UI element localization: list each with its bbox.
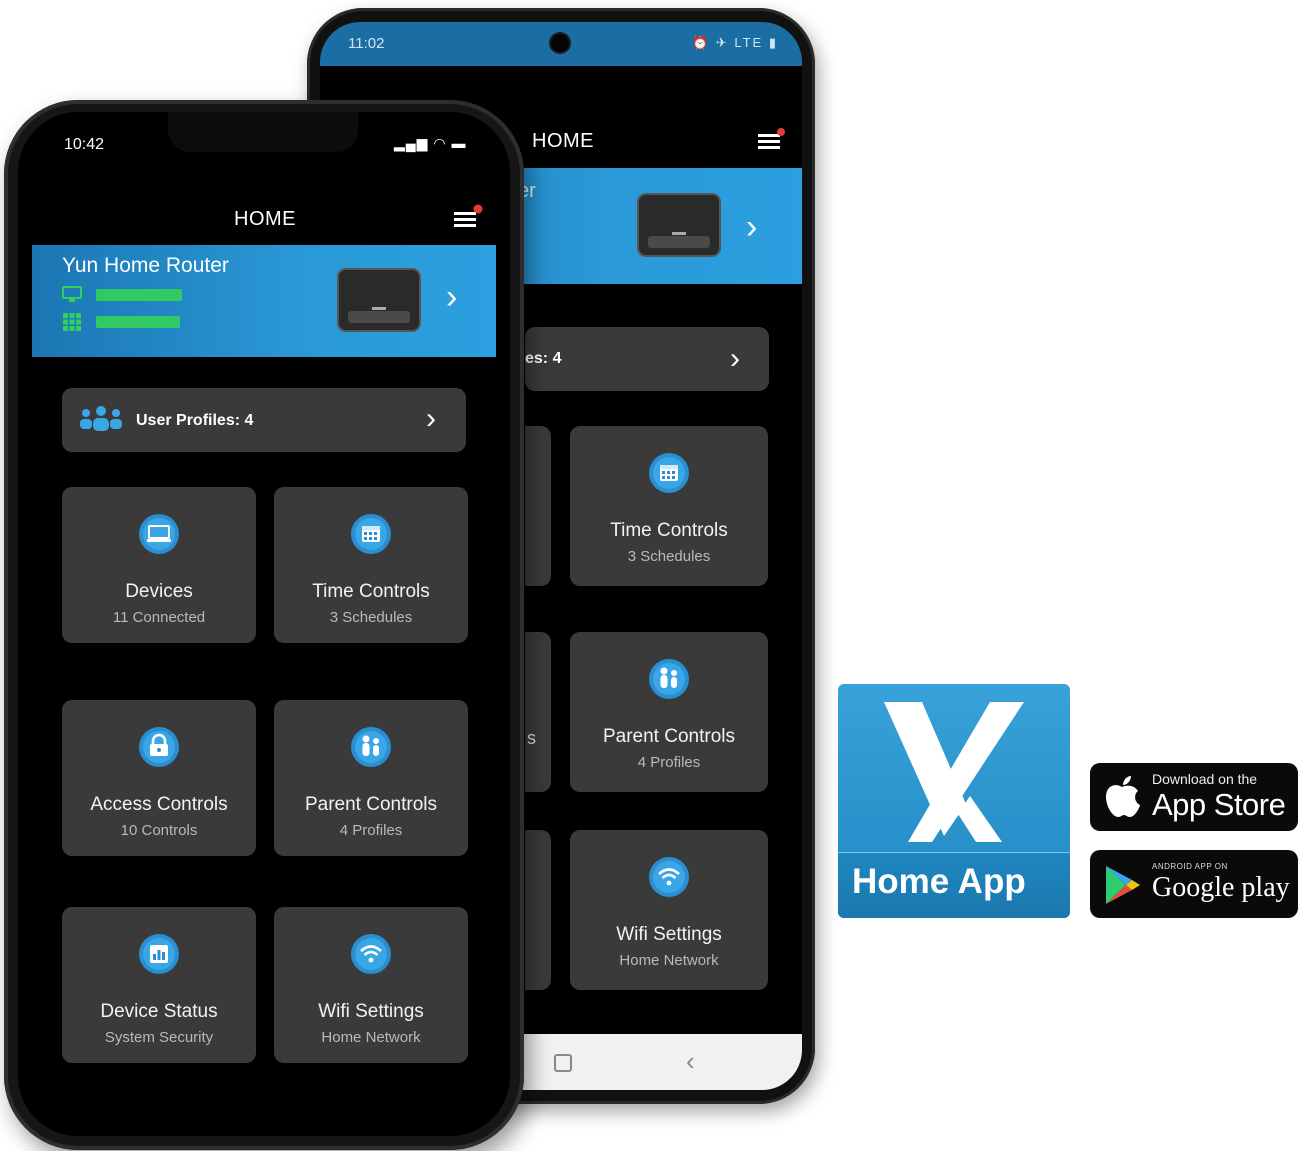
card-title: Time Controls <box>312 581 430 602</box>
x-logo-mark <box>884 702 1024 842</box>
card-title: Parent Controls <box>602 726 735 747</box>
status-time: 10:42 <box>64 136 105 153</box>
status-bar: 11:02 ⏰ ✈ LTE ▮ <box>320 22 802 66</box>
router-name: Yun Home Router <box>62 254 229 277</box>
chevron-right-icon[interactable]: › <box>426 402 436 436</box>
connection-status-bar <box>96 289 182 301</box>
access-controls-card[interactable]: Access Controls 10 Controls <box>62 700 256 856</box>
status-time: 11:02 <box>348 35 385 52</box>
iphone-screen: 10:42 ▂▄▆ ◠ ▬ HOME Yun Home Router › Use… <box>18 112 510 1136</box>
notification-dot <box>777 128 785 136</box>
network-status-bar <box>96 316 180 328</box>
googleplay-large-text: Google play <box>1152 872 1290 903</box>
card-title: Time Controls <box>610 520 728 541</box>
google-play-badge[interactable]: ANDROID APP ON Google play <box>1090 850 1298 918</box>
card-title: Wifi Settings <box>616 924 722 945</box>
family-icon <box>649 659 689 699</box>
calendar-icon <box>351 514 391 554</box>
page-title: HOME <box>234 208 296 230</box>
menu-icon[interactable] <box>452 204 484 232</box>
card-subtitle: System Security <box>104 1029 214 1046</box>
wifi-icon <box>351 934 391 974</box>
card-title: Devices <box>125 581 193 602</box>
camera-icon <box>551 34 569 52</box>
appstore-large-text: App Store <box>1152 787 1286 822</box>
devices-icon <box>139 514 179 554</box>
wifi-settings-card[interactable]: Wifi Settings Home Network <box>274 907 468 1063</box>
card-subtitle: 10 Controls <box>120 822 198 839</box>
family-icon <box>351 727 391 767</box>
menu-icon[interactable] <box>756 128 786 154</box>
card-subtitle: Home Network <box>619 952 719 969</box>
card-subtitle: 4 Profiles <box>339 822 403 839</box>
grid-icon <box>63 313 81 331</box>
user-profiles-label: User Profiles: 4 <box>136 412 254 429</box>
app-store-badge[interactable]: Download on the App Store <box>1090 763 1298 831</box>
card-title: Access Controls <box>90 794 228 815</box>
card-partial[interactable]: s <box>525 632 551 792</box>
lock-icon <box>139 727 179 767</box>
user-profiles-fragment: es: 4 <box>525 350 562 367</box>
appstore-small-text: Download on the <box>1152 771 1258 787</box>
back-arrow-icon[interactable]: ‹ <box>686 1046 695 1077</box>
card-title: Device Status <box>100 1001 218 1022</box>
chevron-right-icon[interactable]: › <box>730 342 740 376</box>
time-controls-card[interactable]: Time Controls 3 Schedules <box>274 487 468 643</box>
calendar-icon <box>649 453 689 493</box>
status-icon <box>139 934 179 974</box>
card-subtitle: 11 Connected <box>112 609 206 626</box>
page-title: HOME <box>532 130 594 152</box>
chevron-right-icon[interactable]: › <box>746 208 757 247</box>
parent-controls-card[interactable]: Parent Controls 4 Profiles <box>274 700 468 856</box>
google-play-icon <box>1106 866 1140 904</box>
status-icons: ▂▄▆ ◠ ▬ <box>394 135 467 151</box>
home-square-icon[interactable] <box>554 1054 572 1072</box>
router-icon <box>637 193 721 257</box>
card-title-fragment: s <box>527 728 536 748</box>
notification-dot <box>473 204 483 214</box>
router-icon <box>337 268 421 332</box>
logo-label: Home App <box>852 862 1026 901</box>
googleplay-small-text: ANDROID APP ON <box>1152 862 1228 871</box>
card-partial[interactable] <box>525 830 551 990</box>
card-title: Parent Controls <box>304 794 437 815</box>
wifi-icon <box>649 857 689 897</box>
time-controls-card[interactable]: Time Controls 3 Schedules <box>570 426 768 586</box>
home-app-logo: Home App <box>838 684 1070 918</box>
devices-card[interactable]: Devices 11 Connected <box>62 487 256 643</box>
user-profiles-row[interactable]: User Profiles: 4 › <box>62 388 466 452</box>
users-icon <box>80 406 122 431</box>
device-status-card[interactable]: Device Status System Security <box>62 907 256 1063</box>
chevron-right-icon[interactable]: › <box>446 278 457 317</box>
parent-controls-card[interactable]: Parent Controls 4 Profiles <box>570 632 768 792</box>
card-title: Wifi Settings <box>318 1001 424 1022</box>
monitor-icon <box>62 286 82 302</box>
card-subtitle: Home Network <box>321 1029 421 1046</box>
card-subtitle: 4 Profiles <box>637 754 701 771</box>
card-subtitle: 3 Schedules <box>329 609 413 626</box>
wifi-settings-card[interactable]: Wifi Settings Home Network <box>570 830 768 990</box>
card-subtitle: 3 Schedules <box>627 548 711 565</box>
notch <box>168 112 358 152</box>
apple-icon <box>1106 776 1140 817</box>
status-icons: ⏰ ✈ LTE ▮ <box>692 35 778 50</box>
card-partial[interactable] <box>525 426 551 586</box>
